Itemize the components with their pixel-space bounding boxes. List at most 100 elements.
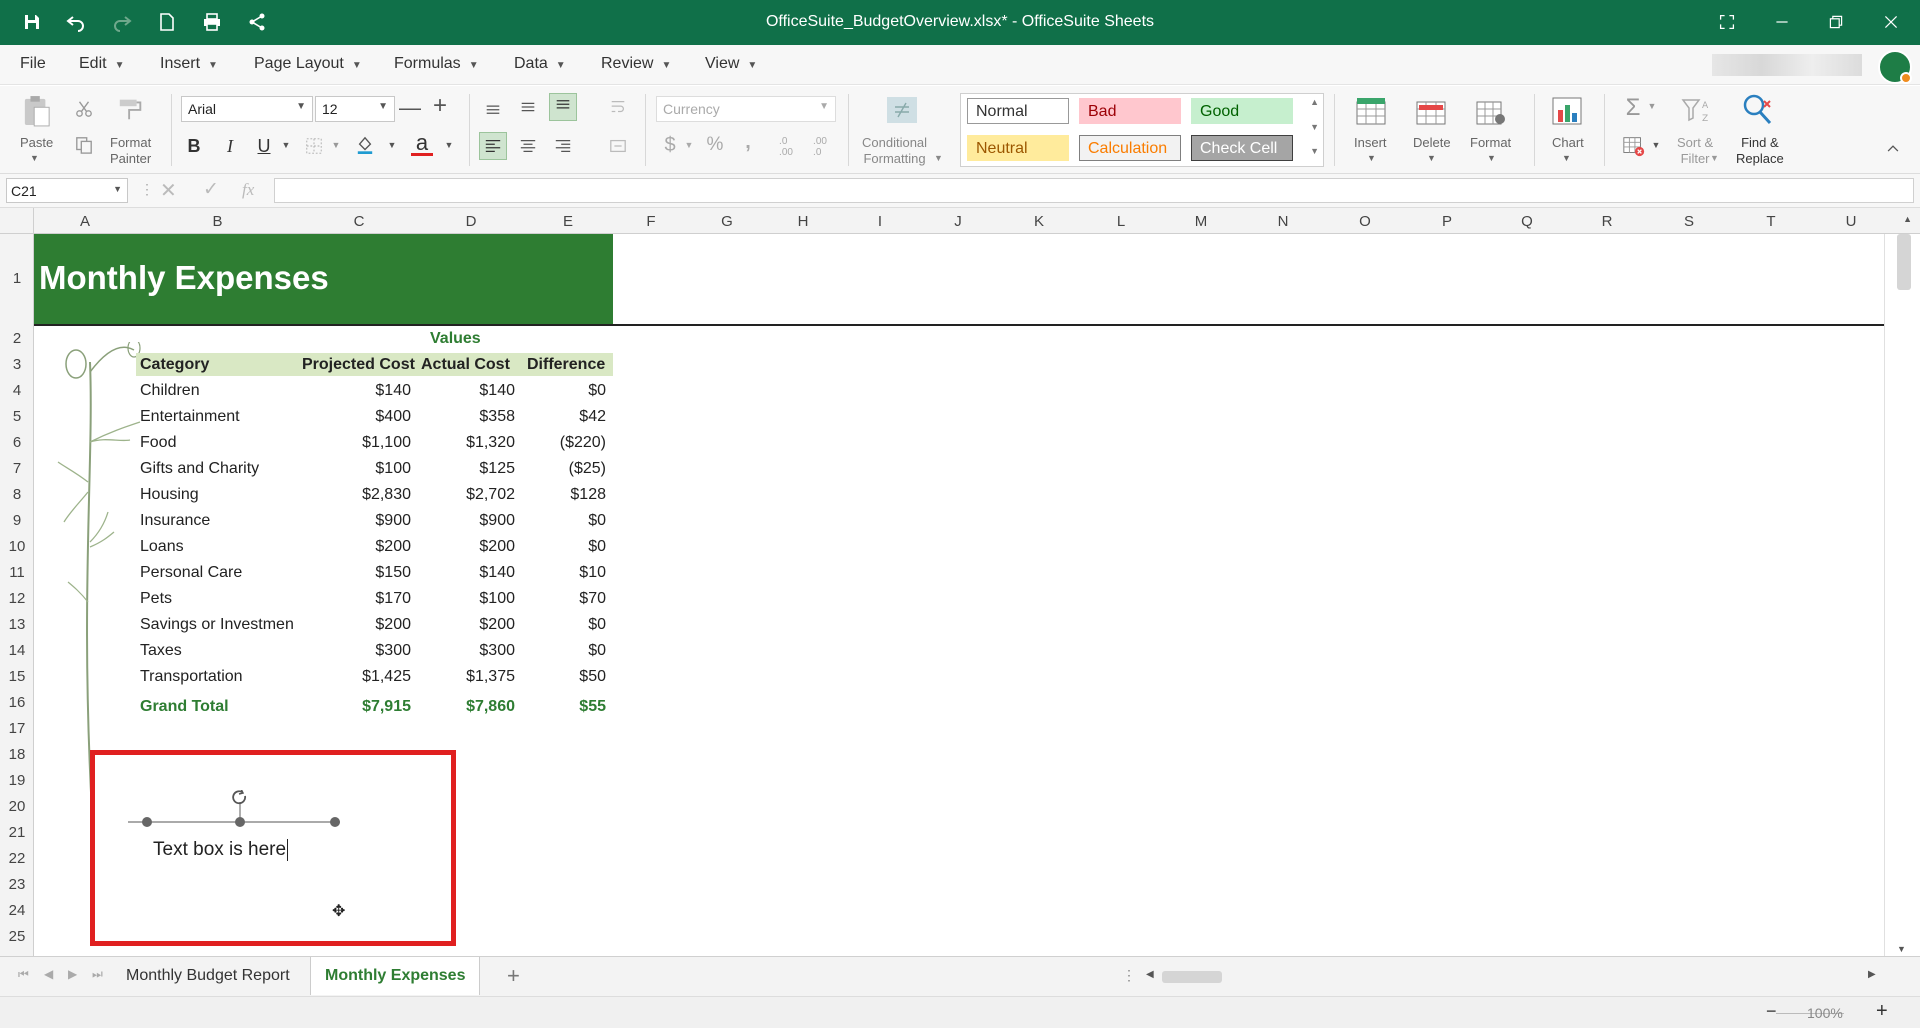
table-cell-value[interactable]: $358	[419, 408, 515, 426]
column-header[interactable]: N	[1241, 213, 1325, 230]
align-center-icon[interactable]	[515, 133, 541, 159]
chevron-down-icon[interactable]: ▼	[330, 137, 342, 153]
chevron-down-icon[interactable]: ▼	[1646, 98, 1658, 114]
table-cell-value[interactable]: $400	[299, 408, 411, 426]
table-cell-value[interactable]: $0	[523, 512, 606, 530]
function-icon[interactable]: fx	[242, 180, 254, 200]
grand-total-label[interactable]: Grand Total	[140, 698, 229, 716]
chevron-down-icon[interactable]: ▼	[934, 150, 943, 166]
table-cell-category[interactable]: Loans	[140, 538, 184, 556]
currency-button[interactable]: $	[660, 133, 680, 157]
row-header[interactable]: 6	[0, 434, 34, 451]
chevron-down-icon[interactable]: ▼	[1427, 150, 1436, 166]
column-header[interactable]: T	[1729, 213, 1813, 230]
gallery-expand-icon[interactable]: ▼	[1310, 146, 1319, 156]
table-cell-value[interactable]: $2,830	[299, 486, 411, 504]
align-left-icon[interactable]	[479, 132, 507, 160]
align-right-icon[interactable]	[550, 133, 576, 159]
cut-icon[interactable]	[73, 98, 95, 120]
scroll-down-icon[interactable]: ▼	[1897, 944, 1906, 954]
collapse-ribbon-icon[interactable]	[1882, 138, 1904, 160]
next-sheet-icon[interactable]: ▶	[68, 967, 77, 981]
menu-formulas[interactable]: Formulas ▼	[394, 55, 479, 73]
style-bad[interactable]: Bad	[1079, 98, 1181, 124]
confirm-entry-icon[interactable]: ✓	[203, 178, 219, 201]
chevron-down-icon[interactable]: ▼	[1562, 150, 1571, 166]
menu-insert[interactable]: Insert ▼	[160, 55, 218, 73]
column-header[interactable]: U	[1813, 213, 1889, 230]
table-cell-value[interactable]: $2,702	[419, 486, 515, 504]
table-cell-value[interactable]: $1,320	[419, 434, 515, 452]
increase-font-icon[interactable]: +	[428, 92, 452, 119]
style-good[interactable]: Good	[1191, 98, 1293, 124]
table-cell-value[interactable]: $140	[419, 564, 515, 582]
table-cell-category[interactable]: Taxes	[140, 642, 182, 660]
table-cell-category[interactable]: Savings or Investmen	[140, 616, 294, 634]
row-header[interactable]: 13	[0, 616, 34, 633]
table-cell-category[interactable]: Housing	[140, 486, 199, 504]
table-cell-value[interactable]: $140	[419, 382, 515, 400]
cancel-entry-icon[interactable]: ✕	[160, 178, 177, 203]
menu-review[interactable]: Review ▼	[601, 55, 671, 73]
row-header[interactable]: 14	[0, 642, 34, 659]
table-cell-category[interactable]: Transportation	[140, 668, 243, 686]
wrap-text-icon[interactable]	[605, 94, 631, 120]
row-header[interactable]: 4	[0, 382, 34, 399]
table-cell-value[interactable]: $200	[299, 538, 411, 556]
table-cell-value[interactable]: $300	[299, 642, 411, 660]
table-cell-category[interactable]: Children	[140, 382, 200, 400]
table-cell-category[interactable]: Entertainment	[140, 408, 240, 426]
font-size-select[interactable]: 12 ▼	[315, 96, 395, 122]
table-cell-value[interactable]: $100	[419, 590, 515, 608]
column-header[interactable]: P	[1405, 213, 1489, 230]
column-header[interactable]: S	[1649, 213, 1729, 230]
autosum-icon[interactable]: Σ	[1620, 94, 1646, 122]
table-cell-value[interactable]: $42	[523, 408, 606, 426]
table-cell-value[interactable]: $100	[299, 460, 411, 478]
number-format-select[interactable]: Currency ▼	[656, 96, 836, 122]
scroll-right-icon[interactable]: ▶	[1868, 969, 1876, 980]
format-painter-icon[interactable]	[114, 92, 148, 126]
chevron-down-icon[interactable]: ▼	[1710, 150, 1719, 166]
column-header[interactable]: M	[1161, 213, 1241, 230]
table-cell-value[interactable]: $0	[523, 382, 606, 400]
table-cell-value[interactable]: $0	[523, 616, 606, 634]
table-cell-value[interactable]: $10	[523, 564, 606, 582]
close-icon[interactable]	[1876, 10, 1906, 34]
table-cell-value[interactable]: ($25)	[523, 460, 606, 478]
tab-monthly-budget-report[interactable]: Monthly Budget Report	[112, 957, 304, 995]
font-name-select[interactable]: Arial ▼	[181, 96, 313, 122]
copy-icon[interactable]	[73, 134, 95, 156]
clear-icon[interactable]	[1620, 132, 1648, 160]
column-header[interactable]: F	[613, 213, 689, 230]
menu-edit[interactable]: Edit ▼	[79, 55, 124, 73]
chevron-down-icon[interactable]: ▼	[1367, 150, 1376, 166]
column-header[interactable]: B	[136, 213, 299, 230]
table-cell-value[interactable]: ($220)	[523, 434, 606, 452]
column-header[interactable]: E	[523, 213, 613, 230]
minimize-icon[interactable]	[1767, 10, 1797, 34]
column-header[interactable]: I	[841, 213, 919, 230]
table-cell-category[interactable]: Gifts and Charity	[140, 460, 259, 478]
increase-decimal-button[interactable]: .0 .00	[774, 133, 798, 161]
style-normal[interactable]: Normal	[967, 98, 1069, 124]
restore-icon[interactable]	[1821, 10, 1851, 34]
table-cell-value[interactable]: $0	[523, 538, 606, 556]
paste-icon[interactable]	[20, 92, 54, 130]
column-header[interactable]: K	[997, 213, 1081, 230]
tab-monthly-expenses[interactable]: Monthly Expenses	[310, 957, 481, 995]
table-cell-value[interactable]: $125	[419, 460, 515, 478]
decrease-decimal-button[interactable]: .00 .0	[808, 133, 832, 161]
column-header[interactable]: R	[1565, 213, 1649, 230]
row-header[interactable]: 5	[0, 408, 34, 425]
percent-button[interactable]: %	[703, 133, 727, 157]
row-header[interactable]: 16	[0, 694, 34, 711]
underline-button[interactable]: U	[252, 134, 276, 158]
column-header[interactable]: A	[34, 213, 136, 230]
row-header[interactable]: 24	[0, 902, 34, 919]
column-header[interactable]: L	[1081, 213, 1161, 230]
row-header[interactable]: 8	[0, 486, 34, 503]
row-header[interactable]: 1	[0, 270, 34, 287]
scroll-up-icon[interactable]: ▲	[1903, 214, 1912, 224]
select-all-corner[interactable]	[0, 208, 34, 233]
